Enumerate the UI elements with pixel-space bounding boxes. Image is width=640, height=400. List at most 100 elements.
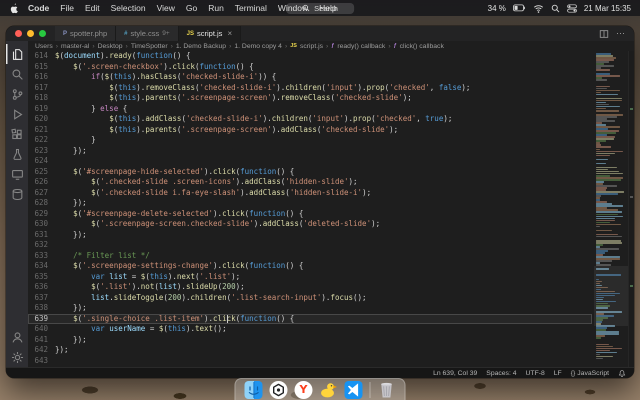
activity-item-account[interactable] (6, 327, 28, 347)
activity-item-search[interactable] (6, 64, 28, 84)
code-text: }); (55, 198, 592, 209)
code-line[interactable]: 628 }); (28, 198, 592, 209)
apple-menu-icon[interactable] (9, 2, 19, 14)
menu-item-view[interactable]: View (157, 3, 175, 13)
minimap[interactable] (594, 51, 628, 367)
code-line[interactable]: 637 list.slideToggle(200).children('.lis… (28, 293, 592, 304)
code-line[interactable]: 622 } (28, 135, 592, 146)
status-item-javascript[interactable]: {}JavaScript (571, 370, 609, 377)
menu-item-file[interactable]: File (60, 3, 74, 13)
split-editor-icon[interactable] (599, 29, 609, 39)
breadcrumb-item[interactable]: master-al (61, 43, 89, 50)
dock-item-yandex[interactable]: Y (295, 381, 313, 399)
activity-item-run-debug[interactable] (6, 104, 28, 124)
dock-item-cyberduck[interactable] (320, 381, 338, 399)
breadcrumb-item[interactable]: ready() callback (337, 43, 385, 50)
js-file-icon: JS (187, 31, 194, 37)
line-number: 626 (28, 177, 55, 188)
breadcrumb-item[interactable]: Desktop (98, 43, 123, 50)
breadcrumb-item[interactable]: 1. Demo Backup (176, 43, 226, 50)
minimize-window-button[interactable] (27, 30, 34, 37)
code-text: /* Filter list */ (55, 251, 592, 262)
code-line[interactable]: 627 $('.checked-slide i.fa-eye-slash').a… (28, 188, 592, 199)
status-item-utf-8[interactable]: UTF-8 (526, 370, 545, 377)
overview-ruler[interactable] (628, 51, 634, 367)
code-line[interactable]: 618 $(this).parents('.screenpage-screen'… (28, 93, 592, 104)
line-number: 641 (28, 335, 55, 346)
code-line[interactable]: 619 } else { (28, 104, 592, 115)
code-line[interactable]: 625 $('#screenpage-hide-selected').click… (28, 167, 592, 178)
menubar-clock[interactable]: 21 Mar 15:35 (584, 4, 631, 13)
code-line[interactable]: 623 }); (28, 146, 592, 157)
activity-item-remote[interactable] (6, 164, 28, 184)
activity-item-source-control[interactable] (6, 84, 28, 104)
tab-script.js[interactable]: JSscript.js× (179, 26, 241, 41)
status-item-spaces-4[interactable]: Spaces: 4 (486, 370, 516, 377)
notifications-bell-icon[interactable] (618, 369, 626, 378)
code-line[interactable]: 620 $(this).addClass('checked-slide-i').… (28, 114, 592, 125)
code-line[interactable]: 638 }); (28, 303, 592, 314)
breadcrumb-item[interactable]: TimeSpotter (131, 43, 168, 50)
code-text: var list = $(this).next('.list'); (55, 272, 592, 283)
control-center-icon[interactable] (567, 4, 577, 13)
code-line[interactable]: 641 }); (28, 335, 592, 346)
code-line[interactable]: 626 $('.checked-slide .screen-icons').ad… (28, 177, 592, 188)
close-window-button[interactable] (15, 30, 22, 37)
dock-item-trash[interactable] (378, 381, 396, 399)
breadcrumb-item[interactable]: script.js (300, 43, 323, 50)
zoom-window-button[interactable] (39, 30, 46, 37)
menu-item-code[interactable]: Code (28, 3, 49, 13)
wifi-icon[interactable] (533, 4, 544, 13)
dock-item-finder[interactable] (245, 381, 263, 399)
code-line[interactable]: 629 $('#screenpage-delete-selected').cli… (28, 209, 592, 220)
code-line[interactable]: 631 }); (28, 230, 592, 241)
code-line[interactable]: 614$(document).ready(function() { (28, 51, 592, 62)
breadcrumb-item[interactable]: 1. Demo copy 4 (234, 43, 282, 50)
code-line[interactable]: 632 (28, 240, 592, 251)
line-number: 634 (28, 261, 55, 272)
status-item-lf[interactable]: LF (554, 370, 562, 377)
breadcrumb-item[interactable]: click() callback (400, 43, 444, 50)
code-line[interactable]: 624 (28, 156, 592, 167)
code-line[interactable]: 639 $('.single-choice .list-item').click… (28, 314, 592, 325)
code-line[interactable]: 642}); (28, 345, 592, 356)
line-number: 643 (28, 356, 55, 367)
menu-item-edit[interactable]: Edit (85, 3, 100, 13)
status-item-ln-639-col-39[interactable]: Ln 639, Col 39 (433, 370, 477, 377)
code-line[interactable]: 640 var userName = $(this).text(); (28, 324, 592, 335)
dock-item-chatgpt[interactable] (270, 381, 288, 399)
menu-item-run[interactable]: Run (208, 3, 224, 13)
code-text: $('.list').not(list).slideUp(200); (55, 282, 592, 293)
spotlight-icon[interactable] (551, 4, 560, 13)
breadcrumb-item[interactable]: Users (35, 43, 53, 50)
more-actions-icon[interactable]: ⋯ (616, 28, 625, 39)
code-line[interactable]: 615 $('.screen-checkbox').click(function… (28, 62, 592, 73)
tab-style.css[interactable]: #style.css9+ (116, 26, 179, 41)
code-line[interactable]: 643 (28, 356, 592, 367)
dock-item-vscode[interactable] (345, 381, 363, 399)
minimap-slider[interactable] (594, 266, 628, 326)
menu-item-terminal[interactable]: Terminal (235, 3, 267, 13)
code-line[interactable]: 633 /* Filter list */ (28, 251, 592, 262)
code-line[interactable]: 621 $(this).parents('.screenpage-screen'… (28, 125, 592, 136)
menubar-search[interactable]: Search (286, 3, 354, 14)
tab-spotter.php[interactable]: Pspotter.php (55, 26, 116, 41)
code-text: $('#screenpage-delete-selected').click(f… (55, 209, 592, 220)
menu-item-go[interactable]: Go (186, 3, 197, 13)
activity-item-extensions[interactable] (6, 124, 28, 144)
code-line[interactable]: 635 var list = $(this).next('.list'); (28, 272, 592, 283)
close-tab-icon[interactable]: × (227, 29, 232, 38)
braces-icon: {} (571, 370, 576, 377)
code-line[interactable]: 617 $(this).removeClass('checked-slide-i… (28, 83, 592, 94)
code-line[interactable]: 636 $('.list').not(list).slideUp(200); (28, 282, 592, 293)
code-line[interactable]: 630 $('.screenpage-screen.checked-slide'… (28, 219, 592, 230)
menu-item-selection[interactable]: Selection (111, 3, 146, 13)
activity-item-database[interactable] (6, 184, 28, 204)
activity-item-explorer[interactable] (6, 44, 28, 64)
activity-item-testing[interactable] (6, 144, 28, 164)
line-number: 622 (28, 135, 55, 146)
activity-item-settings[interactable] (6, 347, 28, 367)
code-line[interactable]: 616 if($(this).hasClass('checked-slide-i… (28, 72, 592, 83)
code-line[interactable]: 634 $('.screenpage-settings-change').cli… (28, 261, 592, 272)
battery-icon[interactable] (513, 4, 526, 12)
